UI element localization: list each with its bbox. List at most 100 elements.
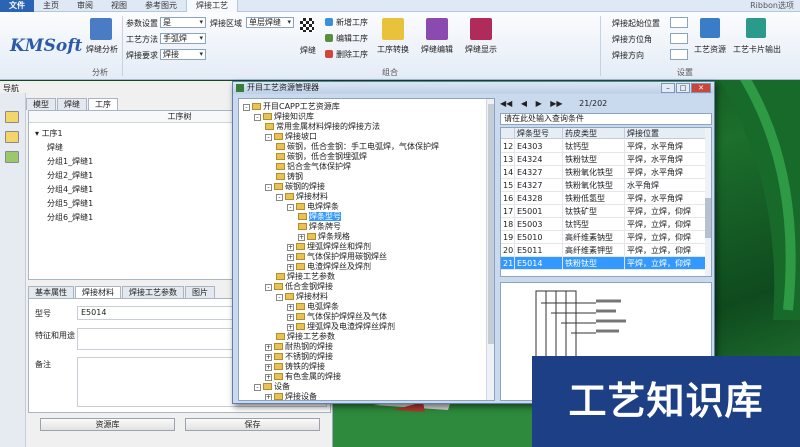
tree-node[interactable]: 常用金属材料焊接的焊接方法 — [265, 122, 380, 132]
collapse-icon[interactable]: - — [265, 284, 272, 291]
collapse-icon[interactable]: - — [265, 134, 272, 141]
expand-icon[interactable]: + — [265, 354, 272, 361]
tab-welding-process[interactable]: 焊接工艺 — [186, 0, 238, 12]
weld-area-combo[interactable]: 单层焊缝 — [246, 17, 294, 28]
tree-node[interactable]: 铝合金气体保护焊 — [276, 162, 351, 172]
tree-node[interactable]: + 不锈钢的焊接 — [265, 352, 333, 362]
tree-node[interactable]: + 气体保护焊用碳钢焊丝 — [287, 252, 387, 262]
table-row[interactable]: 15 E4327 铁粉氧化铁型 水平角焊 — [501, 179, 707, 192]
azimuth-input[interactable] — [670, 33, 688, 44]
minimize-icon[interactable]: – — [661, 83, 675, 93]
last-record-button[interactable]: ▶▶ — [550, 99, 562, 108]
model-icon[interactable] — [5, 151, 19, 163]
tab-file[interactable]: 文件 — [0, 0, 34, 12]
tree-node[interactable]: 焊接工艺参数 — [276, 272, 335, 282]
weld-analysis-button[interactable]: 焊缝分析 — [84, 44, 120, 55]
collapse-icon[interactable]: - — [265, 184, 272, 191]
tree-item[interactable]: 分组5_焊缝1 — [47, 198, 93, 209]
expand-icon[interactable]: + — [287, 324, 294, 331]
tab-review[interactable]: 审阅 — [68, 0, 102, 12]
collapse-icon[interactable]: - — [243, 104, 250, 111]
tree-node[interactable]: + 有色金属的焊接 — [265, 372, 341, 382]
weld-display-button[interactable]: 焊缝显示 — [460, 44, 502, 55]
expand-icon[interactable]: + — [265, 374, 272, 381]
tab-process[interactable]: 工序 — [88, 98, 118, 110]
table-row[interactable]: 20 E5011 高纤维素钾型 平焊，立焊，仰焊 — [501, 244, 707, 257]
tree-node[interactable]: - 碳钢的焊接 — [265, 182, 325, 192]
expand-icon[interactable]: + — [265, 394, 272, 400]
tree-node[interactable]: - 电焊焊条 — [287, 202, 339, 212]
expand-icon[interactable]: + — [287, 304, 294, 311]
weld-seam-button[interactable]: 焊缝 — [296, 45, 320, 56]
tab-weld[interactable]: 焊缝 — [57, 98, 87, 110]
tree-node[interactable]: 碳钢，低合金钢：手工电弧焊，气体保护焊 — [276, 142, 439, 152]
table-row[interactable]: 18 E5003 钛钙型 平焊，立焊，仰焊 — [501, 218, 707, 231]
tab-model[interactable]: 模型 — [26, 98, 56, 110]
tab-weld-params[interactable]: 焊接工艺参数 — [122, 286, 184, 298]
expand-icon[interactable]: + — [287, 254, 294, 261]
tree-node[interactable]: 焊条牌号 — [298, 222, 341, 232]
tree-node[interactable]: - 焊接材料 — [276, 292, 328, 302]
table-row[interactable]: 13 E4324 铁粉钛型 平焊，水平角焊 — [501, 153, 707, 166]
expand-icon[interactable]: + — [287, 314, 294, 321]
param-combo-1[interactable]: 是 — [160, 17, 206, 28]
tab-view[interactable]: 视图 — [102, 0, 136, 12]
tree-node[interactable]: - 焊接知识库 — [254, 112, 314, 122]
tab-weld-material[interactable]: 焊接材料 — [75, 286, 121, 298]
edit-process-button[interactable]: 编辑工序 — [336, 33, 368, 44]
expand-icon[interactable]: + — [265, 344, 272, 351]
collapse-icon[interactable]: - — [276, 194, 283, 201]
tree-item-root[interactable]: ▾ 工序1 — [35, 128, 63, 139]
tree-node[interactable]: 铸钢 — [276, 172, 303, 182]
tree-node[interactable]: - 开目CAPP工艺资源库 — [243, 102, 340, 112]
tree-node[interactable]: + 焊条规格 — [298, 232, 350, 242]
add-process-button[interactable]: 新增工序 — [336, 17, 368, 28]
tree-item[interactable]: 分组2_焊缝1 — [47, 170, 93, 181]
maximize-icon[interactable]: □ — [676, 83, 690, 93]
tree-item[interactable]: 分组1_焊缝1 — [47, 156, 93, 167]
collapse-icon[interactable]: - — [254, 114, 261, 121]
tree-item[interactable]: 焊缝 — [47, 142, 63, 153]
collapse-icon[interactable]: - — [254, 384, 261, 391]
table-row[interactable]: 14 E4327 铁粉氧化铁型 平焊，水平角焊 — [501, 166, 707, 179]
prev-record-button[interactable]: ◀ — [521, 99, 527, 108]
start-position-input[interactable] — [670, 17, 688, 28]
table-row[interactable]: 21 E5014 铁粉钛型 平焊，立焊，仰焊 — [501, 257, 707, 270]
expand-icon[interactable]: + — [287, 264, 294, 271]
process-convert-button[interactable]: 工序转换 — [372, 44, 414, 55]
tree-node[interactable]: + 焊接设备 — [265, 392, 317, 400]
tree-node[interactable]: + 电渣焊焊丝及焊剂 — [287, 262, 371, 272]
expand-icon[interactable]: + — [298, 234, 305, 241]
weld-edit-button[interactable]: 焊缝编辑 — [416, 44, 458, 55]
table-row[interactable]: 19 E5010 高纤维素钠型 平焊，立焊，仰焊 — [501, 231, 707, 244]
folder-icon[interactable] — [5, 111, 19, 123]
card-output-button[interactable]: 工艺卡片输出 — [732, 44, 782, 55]
next-record-button[interactable]: ▶ — [536, 99, 542, 108]
expand-icon[interactable]: + — [287, 244, 294, 251]
delete-process-button[interactable]: 删除工序 — [336, 49, 368, 60]
resource-library-button[interactable]: 资源库 — [40, 418, 175, 431]
ribbon-options[interactable]: Ribbon选项 — [750, 0, 800, 11]
tree-node[interactable]: 碳钢，低合金钢埋弧焊 — [276, 152, 367, 162]
tree-node[interactable]: 焊接工艺参数 — [276, 332, 335, 342]
grid-scrollbar[interactable] — [705, 128, 711, 276]
process-resource-button[interactable]: 工艺资源 — [692, 44, 728, 55]
tree-node[interactable]: + 气体保护焊焊丝及气体 — [287, 312, 387, 322]
close-icon[interactable]: ✕ — [691, 83, 711, 93]
save-button[interactable]: 保存 — [185, 418, 320, 431]
tree-node[interactable]: + 耐热钢的焊接 — [265, 342, 333, 352]
folder-icon[interactable] — [5, 131, 19, 143]
param-combo-2[interactable]: 手弧焊 — [160, 33, 206, 44]
tree-node[interactable]: + 埋弧焊及电渣焊焊丝焊剂 — [287, 322, 395, 332]
tree-item[interactable]: 分组6_焊缝1 — [47, 212, 93, 223]
expand-icon[interactable]: + — [265, 364, 272, 371]
table-row[interactable]: 17 E5001 钛铁矿型 平焊，立焊，仰焊 — [501, 205, 707, 218]
tree-item[interactable]: 分组4_焊缝1 — [47, 184, 93, 195]
collapse-icon[interactable]: - — [287, 204, 294, 211]
direction-input[interactable] — [670, 49, 688, 60]
table-row[interactable]: 16 E4328 铁粉低氢型 平焊，水平角焊 — [501, 192, 707, 205]
collapse-icon[interactable]: - — [276, 294, 283, 301]
tree-node[interactable]: - 设备 — [254, 382, 290, 392]
tree-node[interactable]: + 铸铁的焊接 — [265, 362, 325, 372]
tree-node[interactable]: - 焊接材料 — [276, 192, 328, 202]
